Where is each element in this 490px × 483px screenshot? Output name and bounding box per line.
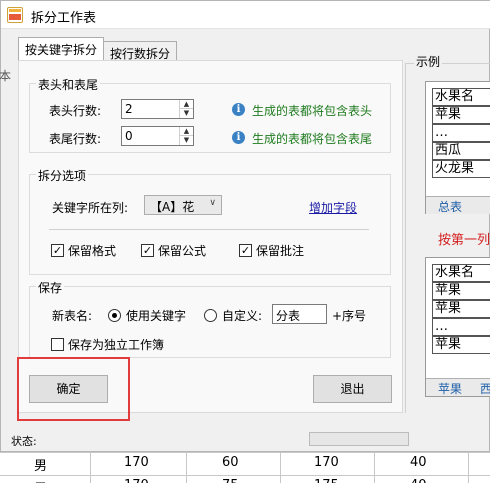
example-result-preview: 水果名 苹果 苹果 … 苹果 苹果 西 xyxy=(425,257,490,397)
sheet-cell: 170 xyxy=(124,455,149,470)
info-icon: i xyxy=(232,103,245,116)
custom-name-input[interactable]: 分表 xyxy=(272,304,327,324)
example-cell: 苹果 xyxy=(432,336,490,354)
exit-button[interactable]: 退出 xyxy=(313,375,392,403)
suffix-label: +序号 xyxy=(332,309,367,323)
example-sheet-tabs: 总表 xyxy=(426,196,490,214)
group-title: 表头和表尾 xyxy=(36,76,101,93)
example-cell: 苹果 xyxy=(432,300,490,318)
example-cell: 火龙果 xyxy=(432,160,490,178)
keep-formula-label: 保留公式 xyxy=(158,244,207,258)
sheet-cell: 男 xyxy=(34,459,48,474)
sheet-gridline xyxy=(468,452,469,483)
key-column-value: 【A】花 xyxy=(150,200,195,214)
example-source-preview: 水果名 苹果 … 西瓜 火龙果 总表 xyxy=(425,81,490,214)
sheet-cell: 40 xyxy=(410,478,427,483)
spin-up-icon[interactable]: ▲ xyxy=(180,100,193,109)
keep-format-checkbox[interactable]: ✓ xyxy=(51,244,64,257)
split-sheet-dialog: 拆分工作表 本 按关键字拆分 按行数拆分 表头和表尾 表头行数: 2 ▲ ▼ i… xyxy=(0,0,490,452)
key-column-label: 关键字所在列: xyxy=(52,201,129,215)
sheet-gridline xyxy=(186,452,187,483)
header-rows-spinner[interactable]: 2 ▲ ▼ xyxy=(121,99,194,119)
sheet-cell: 60 xyxy=(222,455,239,470)
header-rows-label: 表头行数: xyxy=(49,104,102,118)
use-keyword-radio[interactable] xyxy=(108,309,121,322)
header-info-text: 生成的表都将包含表头 xyxy=(252,104,373,118)
keep-formula-checkbox[interactable]: ✓ xyxy=(141,244,154,257)
header-rows-value: 2 xyxy=(125,102,133,116)
example-title: 示例 xyxy=(414,53,443,70)
footer-rows-label: 表尾行数: xyxy=(49,132,102,146)
sheet-cell: 170 xyxy=(314,455,339,470)
spin-up-icon[interactable]: ▲ xyxy=(180,127,193,136)
group-title: 保存 xyxy=(36,279,65,296)
example-sheet-tab: 西 xyxy=(480,382,490,396)
spin-down-icon[interactable]: ▼ xyxy=(180,109,193,118)
example-cell: 西瓜 xyxy=(432,142,490,160)
new-sheet-name-label: 新表名: xyxy=(52,309,93,323)
tab-by-keyword[interactable]: 按关键字拆分 xyxy=(18,37,105,62)
spinner-buttons: ▲ ▼ xyxy=(179,100,193,118)
app-icon xyxy=(7,7,23,23)
custom-name-radio[interactable] xyxy=(204,309,217,322)
background-sheet: 男 170 60 170 40 男 170 75 175 40 xyxy=(0,452,490,483)
use-keyword-label: 使用关键字 xyxy=(126,309,187,323)
sheet-cell: 170 xyxy=(124,478,149,483)
save-as-workbook-checkbox[interactable] xyxy=(51,338,64,351)
split-options-group: 拆分选项 xyxy=(29,167,391,275)
example-sheet-tabs: 苹果 西 xyxy=(426,378,490,396)
custom-name-label: 自定义: xyxy=(222,309,263,323)
example-cell: 水果名 xyxy=(432,88,490,106)
window-title: 拆分工作表 xyxy=(31,11,97,26)
sheet-cell: 男 xyxy=(34,478,47,483)
footer-rows-spinner[interactable]: 0 ▲ ▼ xyxy=(121,126,194,146)
example-sheet-tab: 苹果 xyxy=(438,382,463,396)
custom-name-value: 分表 xyxy=(276,309,301,323)
title-bar: 拆分工作表 xyxy=(1,1,490,29)
add-field-link[interactable]: 增加字段 xyxy=(309,199,357,216)
example-cell: 苹果 xyxy=(432,106,490,124)
keep-comments-checkbox[interactable]: ✓ xyxy=(239,244,252,257)
divider xyxy=(49,229,369,230)
sheet-gridline xyxy=(90,452,91,483)
footer-rows-value: 0 xyxy=(125,129,133,143)
example-cell: 水果名 xyxy=(432,264,490,282)
example-cell: … xyxy=(432,318,490,336)
status-label: 状态: xyxy=(11,435,37,448)
sheet-gridline xyxy=(374,452,375,483)
example-cell: 苹果 xyxy=(432,282,490,300)
sheet-cell: 75 xyxy=(222,478,239,483)
sheet-gridline xyxy=(280,452,281,483)
group-title: 拆分选项 xyxy=(36,167,89,184)
example-sheet-tab: 总表 xyxy=(438,200,463,214)
sheet-row: 男 170 75 175 40 xyxy=(0,475,490,483)
footer-info-text: 生成的表都将包含表尾 xyxy=(252,132,373,146)
save-as-workbook-label: 保存为独立工作簿 xyxy=(68,338,165,352)
info-icon: i xyxy=(232,131,245,144)
chevron-down-icon: ∨ xyxy=(209,198,216,208)
keep-format-label: 保留格式 xyxy=(68,244,117,258)
spin-down-icon[interactable]: ▼ xyxy=(180,136,193,145)
keep-comments-label: 保留批注 xyxy=(256,244,305,258)
example-cell: … xyxy=(432,124,490,142)
ok-button-highlight xyxy=(17,357,130,421)
sheet-row: 男 170 60 170 40 xyxy=(0,452,490,474)
sheet-cell: 40 xyxy=(410,455,427,470)
spinner-buttons: ▲ ▼ xyxy=(179,127,193,145)
background-sheet-fragment: 本 xyxy=(0,69,12,83)
progress-bar xyxy=(309,432,409,446)
sheet-cell: 175 xyxy=(314,478,339,483)
key-column-select[interactable]: 【A】花 ∨ xyxy=(144,195,222,215)
example-split-note: 按第一列 xyxy=(438,233,490,248)
